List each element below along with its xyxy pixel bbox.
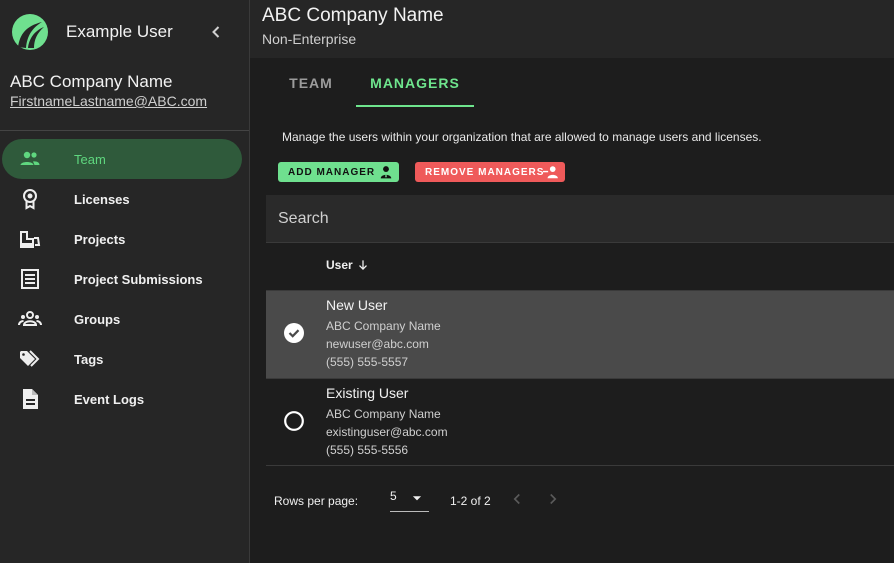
sidebar-item-label: Groups	[74, 311, 121, 327]
page-header: ABC Company Name Non-Enterprise	[250, 0, 894, 58]
bulldozer-icon	[20, 231, 41, 248]
page-subtitle: Non-Enterprise	[262, 31, 357, 47]
arrow-down-icon	[358, 260, 367, 270]
dropdown-arrow-icon	[412, 496, 422, 501]
sidebar-item-label: Event Logs	[74, 391, 145, 407]
sidebar-item-label: Project Submissions	[74, 271, 203, 287]
sidebar-company-name: ABC Company Name	[10, 72, 173, 91]
tab-managers[interactable]: MANAGERS	[356, 58, 474, 108]
sidebar-nav: Team Licenses Projects Project Submissio…	[0, 139, 249, 419]
search-placeholder: Search	[278, 209, 329, 227]
chevron-left-icon[interactable]	[508, 490, 526, 508]
sidebar-item-tags[interactable]: Tags	[0, 339, 249, 379]
remove-managers-label: REMOVE MANAGERS	[425, 166, 545, 178]
tags-icon	[20, 350, 40, 367]
empty-circle-icon[interactable]	[284, 411, 304, 431]
file-icon	[23, 389, 38, 409]
user-name: Existing User	[326, 385, 409, 401]
sidebar-item-groups[interactable]: Groups	[0, 299, 249, 339]
table-row[interactable]: Existing User ABC Company Name existingu…	[266, 378, 894, 466]
rows-per-page-value: 5	[390, 489, 397, 503]
sidebar-item-team[interactable]: Team	[2, 139, 242, 179]
user-company: ABC Company Name	[326, 407, 441, 421]
rows-per-page-label: Rows per page:	[274, 494, 359, 508]
rows-per-page-select[interactable]: 5	[390, 488, 429, 512]
sidebar-item-licenses[interactable]: Licenses	[0, 179, 249, 219]
user-email: existinguser@abc.com	[326, 425, 448, 439]
sidebar-item-project-submissions[interactable]: Project Submissions	[0, 259, 249, 299]
user-name: New User	[326, 297, 388, 313]
pagination: Rows per page: 5 1-2 of 2	[274, 488, 874, 514]
sidebar-header: Example User	[0, 0, 249, 64]
sidebar: Example User ABC Company Name FirstnameL…	[0, 0, 250, 563]
logo-icon	[12, 14, 48, 50]
user-company: ABC Company Name	[326, 319, 441, 333]
sidebar-divider	[0, 130, 249, 131]
sidebar-item-label: Licenses	[74, 191, 130, 207]
document-list-icon	[21, 269, 39, 289]
app: Example User ABC Company Name FirstnameL…	[0, 0, 894, 563]
checked-circle-icon[interactable]	[284, 323, 304, 343]
column-label: User	[326, 258, 353, 272]
user-column-header[interactable]: User	[326, 258, 370, 272]
sidebar-item-label: Team	[74, 151, 106, 167]
pagination-range: 1-2 of 2	[450, 494, 491, 508]
managers-description: Manage the users within your organizatio…	[282, 130, 762, 144]
active-tab-indicator	[356, 105, 474, 107]
add-manager-button[interactable]: ADD MANAGER	[278, 162, 399, 182]
search-input[interactable]: Search	[266, 195, 894, 243]
sidebar-email-link[interactable]: FirstnameLastname@ABC.com	[10, 93, 207, 109]
chevron-right-icon[interactable]	[544, 490, 562, 508]
user-email: newuser@abc.com	[326, 337, 429, 351]
sidebar-item-label: Projects	[74, 231, 126, 247]
remove-person-icon	[543, 166, 558, 179]
sidebar-item-event-logs[interactable]: Event Logs	[0, 379, 249, 419]
user-phone: (555) 555-5557	[326, 355, 409, 369]
sidebar-item-projects[interactable]: Projects	[0, 219, 249, 259]
user-name: Example User	[66, 22, 173, 41]
main-content: TEAM MANAGERS Manage the users within yo…	[250, 58, 894, 563]
table-row[interactable]: New User ABC Company Name newuser@abc.co…	[266, 290, 894, 378]
tab-team[interactable]: TEAM	[266, 58, 356, 108]
manager-icon	[380, 166, 392, 179]
add-manager-label: ADD MANAGER	[288, 166, 376, 178]
people-icon	[20, 151, 40, 165]
license-badge-icon	[23, 189, 37, 210]
sidebar-item-label: Tags	[74, 351, 104, 367]
user-phone: (555) 555-5556	[326, 443, 409, 457]
page-title: ABC Company Name	[262, 5, 444, 26]
remove-managers-button[interactable]: REMOVE MANAGERS	[415, 162, 565, 182]
groups-icon	[18, 311, 42, 326]
chevron-left-icon[interactable]	[204, 20, 228, 44]
